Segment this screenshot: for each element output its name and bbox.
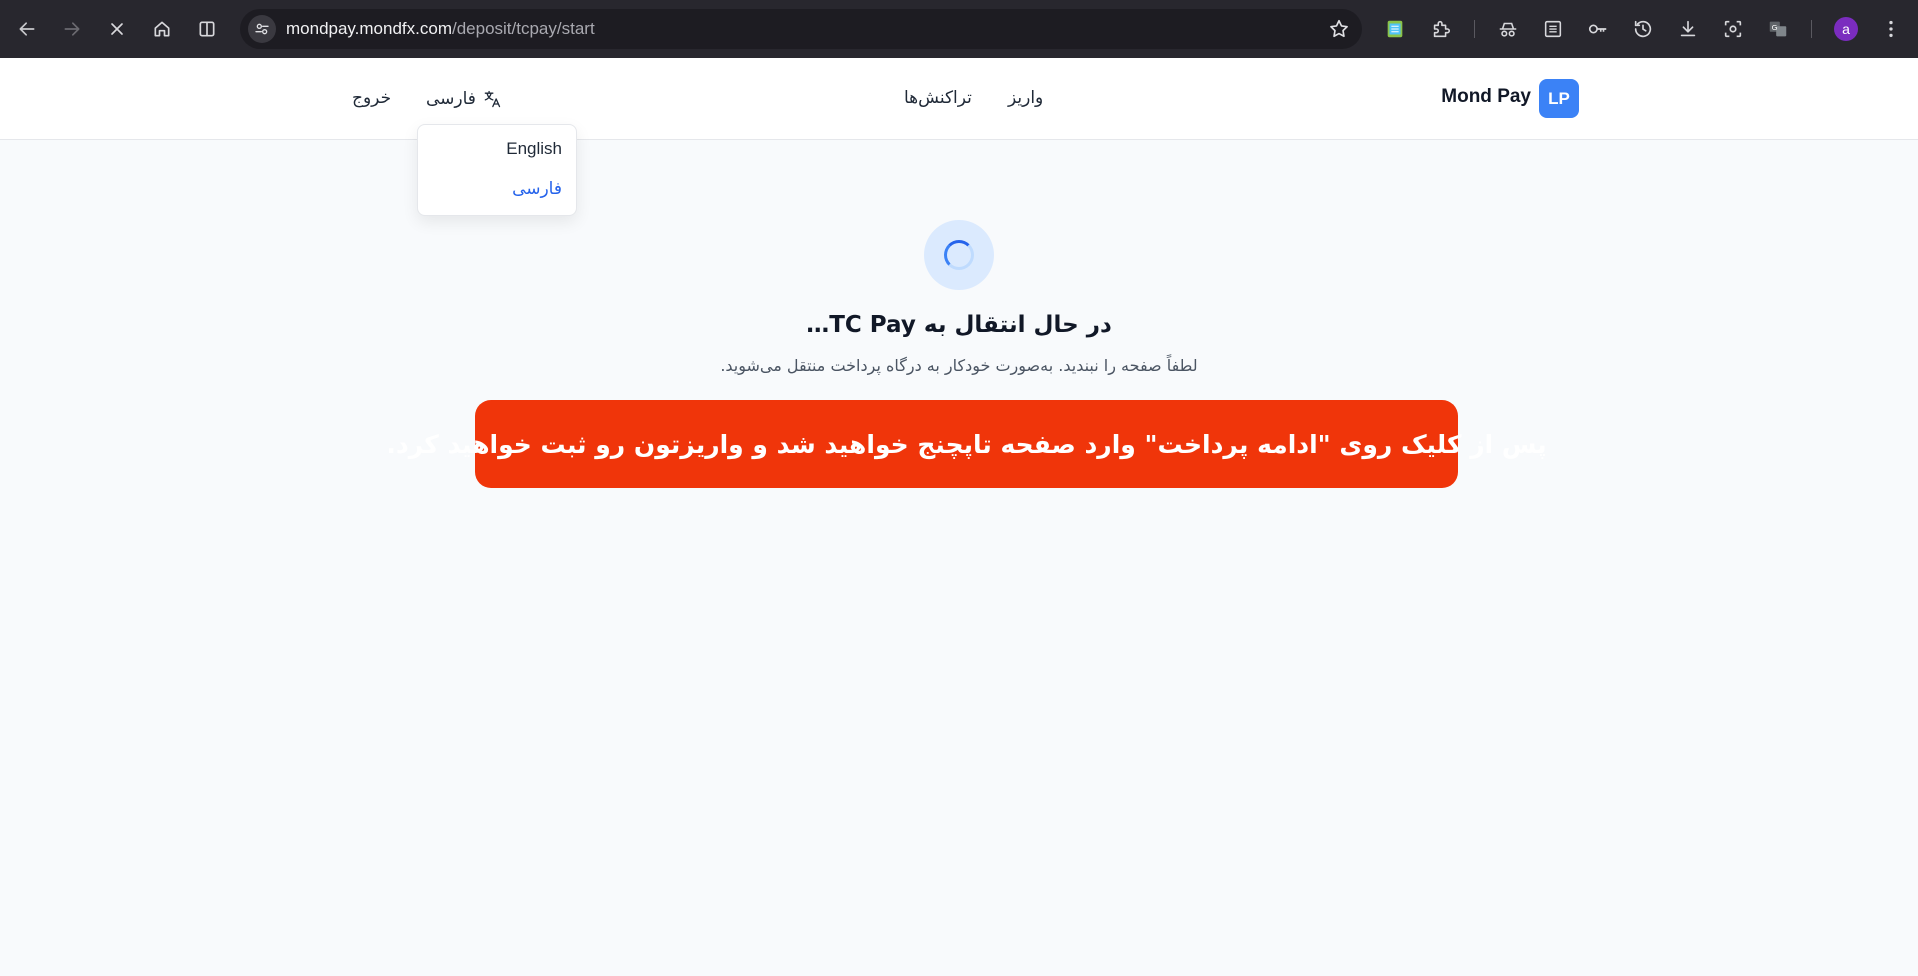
language-label: فارسی	[426, 89, 476, 109]
stop-button[interactable]	[99, 11, 135, 47]
downloads-button[interactable]	[1676, 17, 1700, 41]
browser-toolbar: mondpay.mondfx.com/deposit/tcpay/start G…	[0, 0, 1918, 58]
url-text: mondpay.mondfx.com/deposit/tcpay/start	[286, 19, 595, 38]
info-banner: پس از کلیک روی "ادامه پرداخت" وارد صفحه …	[386, 400, 1547, 488]
home-icon	[154, 21, 170, 37]
passwords-button[interactable]	[1586, 17, 1610, 41]
extensions-icon	[1433, 20, 1451, 38]
address-bar[interactable]: mondpay.mondfx.com/deposit/tcpay/start	[240, 9, 1362, 49]
translate-button[interactable]: G	[1766, 17, 1790, 41]
back-icon	[19, 22, 35, 36]
toolbar-divider	[1811, 20, 1812, 38]
extensions-button[interactable]	[1429, 17, 1453, 41]
stop-icon	[111, 23, 123, 35]
incognito-button[interactable]	[1496, 17, 1520, 41]
language-dropdown: English فارسی	[417, 124, 577, 216]
notes-extension-button[interactable]	[1383, 17, 1407, 41]
screenshot-icon	[1724, 20, 1742, 38]
language-option-english[interactable]: English	[506, 139, 562, 159]
back-button[interactable]	[9, 11, 45, 47]
passwords-icon	[1588, 24, 1607, 34]
toolbar-divider	[1474, 20, 1475, 38]
svg-text:G: G	[1772, 23, 1778, 32]
language-option-persian[interactable]: فارسی	[512, 179, 562, 199]
profile-avatar[interactable]: a	[1834, 17, 1858, 41]
logo-text[interactable]: Mond Pay	[1437, 86, 1531, 108]
logout-link[interactable]: خروج	[352, 88, 391, 108]
home-button[interactable]	[144, 11, 180, 47]
reading-list-button[interactable]	[1541, 17, 1565, 41]
split-view-button[interactable]	[189, 11, 225, 47]
site-header: LP Mond Pay واریز تراکنش‌ها فارسی خروج	[0, 58, 1918, 140]
loading-spinner	[924, 220, 994, 290]
site-settings-icon	[255, 23, 269, 35]
forward-icon	[64, 22, 80, 36]
nav-deposit[interactable]: واریز	[1008, 88, 1043, 108]
menu-icon	[1889, 20, 1893, 38]
translate-icon	[484, 90, 501, 108]
history-icon	[1634, 20, 1652, 38]
redirect-title: در حال انتقال به TC Pay…	[806, 312, 1112, 338]
forward-button[interactable]	[54, 11, 90, 47]
translate-icon: G	[1769, 21, 1787, 37]
redirect-subtitle: لطفاً صفحه را نبندید. به‌صورت خودکار به …	[720, 356, 1198, 375]
downloads-icon	[1680, 20, 1696, 37]
site-info-button[interactable]	[248, 15, 276, 43]
logo-badge[interactable]: LP	[1539, 79, 1579, 118]
screenshot-button[interactable]	[1721, 17, 1745, 41]
reading-list-icon	[1544, 20, 1562, 38]
nav-transactions[interactable]: تراکنش‌ها	[904, 88, 972, 108]
language-button[interactable]: فارسی	[426, 86, 502, 112]
browser-menu-button[interactable]	[1879, 17, 1903, 41]
history-button[interactable]	[1631, 17, 1655, 41]
incognito-icon	[1499, 22, 1517, 37]
notes-extension-icon	[1387, 20, 1403, 38]
spinner-icon	[944, 240, 974, 270]
bookmark-star-icon[interactable]	[1328, 18, 1350, 40]
split-view-icon	[199, 21, 215, 37]
info-banner-text: پس از کلیک روی "ادامه پرداخت" وارد صفحه …	[386, 429, 1547, 459]
